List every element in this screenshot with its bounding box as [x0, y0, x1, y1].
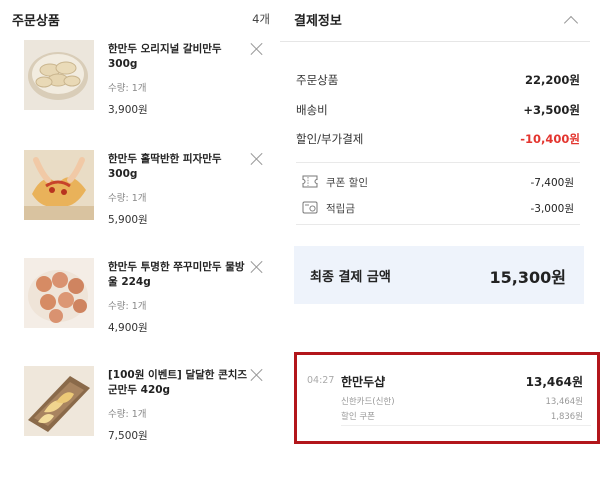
payment-time: 04:27	[307, 375, 335, 386]
coupon-discount-label: 할인 쿠폰	[341, 412, 375, 422]
item-name: 한만두 투명한 쭈꾸미만두 물방울 224g	[108, 261, 245, 288]
coupon-icon	[302, 175, 318, 188]
divider	[280, 41, 590, 42]
points-icon	[302, 201, 318, 214]
summary-label: 주문상품	[296, 73, 339, 87]
dumpling-plate-image	[24, 40, 94, 110]
coupon-discount-value: 1,836원	[550, 412, 583, 422]
item-name: 한만두 홀딱반한 피자만두 300g	[108, 153, 222, 180]
summary-label: 할인/부가결제	[296, 132, 364, 146]
divider	[296, 224, 580, 225]
item-price: 7,500원	[108, 430, 148, 442]
discount-value: -7,400원	[530, 177, 574, 189]
item-price: 5,900원	[108, 214, 148, 226]
pizza-dumpling-image	[24, 150, 94, 220]
remove-item-icon[interactable]	[250, 368, 264, 382]
octopus-dumpling-image	[24, 258, 94, 328]
payment-history-highlight: 04:27 한만두샵 13,464원 신한카드(신한) 13,464원 할인 쿠…	[294, 352, 600, 444]
remove-item-icon[interactable]	[250, 260, 264, 274]
item-name: [100원 이벤트] 달달한 콘치즈 군만두 420g	[108, 369, 248, 396]
order-items-panel: 주문상품 4개 한만두 오리지널 갈비만두 300g 수량: 1개 3,900원	[0, 0, 278, 478]
item-name: 한만두 오리지널 갈비만두 300g	[108, 43, 222, 70]
item-quantity: 수량: 1개	[108, 409, 147, 420]
divider	[341, 425, 591, 426]
remove-item-icon[interactable]	[250, 152, 264, 166]
divider	[296, 162, 580, 163]
summary-row-shipping: 배송비 +3,500원	[296, 102, 580, 120]
order-items-count: 4개	[252, 12, 270, 26]
payment-info-panel: 결제정보 주문상품 22,200원 배송비 +3,500원 할인/부가결제 -1…	[280, 0, 600, 478]
order-items-header: 주문상품 4개	[12, 10, 270, 30]
order-item: 한만두 홀딱반한 피자만두 300g 수량: 1개 5,900원	[24, 150, 270, 250]
discount-row-points: 적립금 -3,000원	[302, 200, 574, 218]
chevron-up-icon[interactable]	[563, 14, 579, 26]
discount-label: 쿠폰 할인	[326, 177, 368, 189]
discount-value: -3,000원	[530, 203, 574, 215]
order-items-title: 주문상품	[12, 14, 60, 29]
payment-method-value: 13,464원	[545, 397, 583, 407]
remove-item-icon[interactable]	[250, 42, 264, 56]
summary-value: -10,400원	[520, 132, 580, 146]
item-price: 4,900원	[108, 322, 148, 334]
discount-row-coupon: 쿠폰 할인 -7,400원	[302, 174, 574, 192]
summary-value: 22,200원	[525, 73, 580, 87]
payment-info-title: 결제정보	[294, 14, 342, 29]
payment-amount: 13,464원	[525, 375, 583, 389]
payment-method-label: 신한카드(신한)	[341, 397, 395, 407]
final-total-value: 15,300원	[489, 268, 566, 287]
order-item: [100원 이벤트] 달달한 콘치즈 군만두 420g 수량: 1개 7,500…	[24, 366, 270, 466]
summary-label: 배송비	[296, 103, 328, 117]
item-quantity: 수량: 1개	[108, 83, 147, 94]
discount-label: 적립금	[326, 203, 355, 215]
final-total-box: 최종 결제 금액 15,300원	[294, 246, 584, 304]
summary-value: +3,500원	[523, 103, 580, 117]
order-item: 한만두 투명한 쭈꾸미만두 물방울 224g 수량: 1개 4,900원	[24, 258, 270, 358]
item-quantity: 수량: 1개	[108, 301, 147, 312]
summary-row-order-items: 주문상품 22,200원	[296, 72, 580, 90]
summary-row-discount: 할인/부가결제 -10,400원	[296, 131, 580, 149]
order-item: 한만두 오리지널 갈비만두 300g 수량: 1개 3,900원	[24, 40, 270, 140]
final-total-label: 최종 결제 금액	[310, 270, 391, 285]
corn-cheese-dumpling-image	[24, 366, 94, 436]
item-price: 3,900원	[108, 104, 148, 116]
store-name: 한만두샵	[341, 375, 386, 389]
item-quantity: 수량: 1개	[108, 193, 147, 204]
